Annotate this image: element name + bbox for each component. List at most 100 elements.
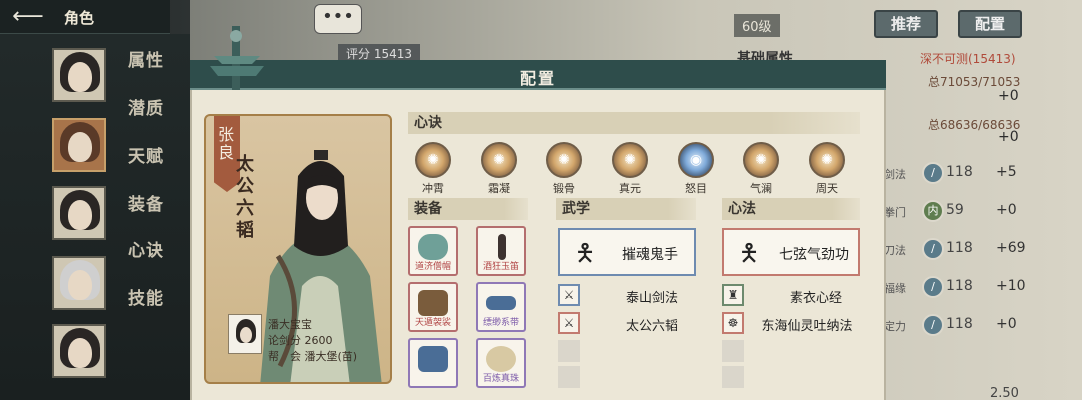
- character-portrait[interactable]: [52, 256, 106, 310]
- character-card: 张良 太公六韬 潘大宝宝 论剑分 2600 帮 会 潘大堡(苗): [204, 114, 392, 384]
- fist-icon: 内: [922, 200, 944, 222]
- equipment-slot[interactable]: 酒狂玉笛: [476, 226, 526, 276]
- martial-pose-icon: 🯅: [738, 239, 760, 267]
- config-button[interactable]: 配置: [958, 10, 1022, 38]
- empty-skill-slot[interactable]: [558, 366, 580, 388]
- focus-icon: ∕: [922, 314, 944, 336]
- xinjue-skill[interactable]: ✺ 冲霄: [410, 142, 456, 196]
- chongxiao-icon: ✺: [415, 142, 451, 178]
- pearl-icon: [486, 346, 516, 372]
- equipment-slot[interactable]: 缥缈系带: [476, 282, 526, 332]
- xinjue-skill-label: 怒目: [685, 182, 707, 195]
- xinjue-skill-label: 霜凝: [488, 182, 510, 195]
- equipment-slot[interactable]: 天遁袈裟: [408, 282, 458, 332]
- stat-value: 59: [946, 202, 964, 218]
- rank-text: 深不可测(15413): [920, 52, 1016, 66]
- xinjue-skill[interactable]: ✺ 真元: [607, 142, 653, 196]
- martial-icon: ⚔: [558, 284, 580, 306]
- armor-icon: [418, 290, 448, 316]
- character-portrait[interactable]: [52, 48, 106, 102]
- xinjue-skill[interactable]: ✺ 周天: [804, 142, 850, 196]
- stat-bonus: +10: [996, 278, 1026, 294]
- sidebar-item-potential[interactable]: 潜质: [128, 94, 164, 119]
- xinjue-skill[interactable]: ◉ 怒目: [673, 142, 719, 196]
- martial-icon: ⚔: [558, 312, 580, 334]
- sidebar-item-xinjue[interactable]: 心诀: [128, 236, 164, 261]
- stat-row: 福缘 ∕ 118 +10: [884, 276, 1070, 298]
- chat-button[interactable]: •••: [314, 4, 362, 34]
- player-name: 潘大宝宝: [268, 318, 312, 331]
- luck-icon: ∕: [922, 276, 944, 298]
- xinjue-skill-label: 锻骨: [553, 182, 575, 195]
- modal-title: 配置: [519, 69, 556, 88]
- recommend-button[interactable]: 推荐: [874, 10, 938, 38]
- hat-icon: [418, 234, 448, 260]
- sidebar-item-attributes[interactable]: 属性: [128, 46, 164, 71]
- xinfa-skill-label: 东海仙灵吐纳法: [761, 319, 853, 334]
- empty-skill-slot[interactable]: [558, 340, 580, 362]
- character-portrait[interactable]: [52, 186, 106, 240]
- empty-skill-slot[interactable]: [722, 340, 744, 362]
- player-guild: 帮 会 潘大堡(苗): [268, 350, 358, 363]
- mp-bonus: +0: [998, 129, 1019, 145]
- shuangning-icon: ✺: [481, 142, 517, 178]
- score-label: 评分: [346, 47, 371, 61]
- stat-row: 剑法 ∕ 118 +5: [884, 162, 1070, 184]
- stat-value: 118: [946, 164, 973, 180]
- xinfa-main-label: 七弦气劲功: [779, 247, 849, 263]
- xinjue-skill-label: 气澜: [750, 182, 772, 195]
- blade-icon: ∕: [922, 238, 944, 260]
- wuxue-main-skill[interactable]: 🯅 摧魂鬼手: [558, 228, 696, 276]
- wuxue-skill[interactable]: ⚔ 泰山剑法: [558, 284, 698, 306]
- stat-label: 拳门: [884, 206, 906, 219]
- equipment-slot[interactable]: 道济僧帽: [408, 226, 458, 276]
- xinjue-skill-label: 真元: [619, 182, 641, 195]
- stat-label: 刀法: [884, 244, 906, 257]
- xinfa-header: 心法: [722, 198, 860, 220]
- xinfa-skill[interactable]: ♜ 素衣心经: [722, 284, 862, 306]
- character-name: 张良: [218, 125, 235, 162]
- xinjue-header: 心诀: [408, 112, 860, 134]
- character-portrait-selected[interactable]: [52, 118, 106, 172]
- wuxue-skill[interactable]: ⚔ 太公六韬: [558, 312, 698, 334]
- equipment-label: 天遁袈裟: [414, 318, 451, 328]
- qilan-icon: ✺: [743, 142, 779, 178]
- meditation-icon: ☸: [722, 312, 744, 334]
- martial-pose-icon: 🯅: [574, 239, 596, 267]
- equipment-label: 百炼真珠: [482, 374, 519, 384]
- stat-label: 福缘: [884, 282, 906, 295]
- stat-bonus: +69: [996, 240, 1026, 256]
- sidebar-item-talent[interactable]: 天赋: [128, 142, 164, 167]
- xinjue-skill[interactable]: ✺ 气澜: [738, 142, 784, 196]
- wuxue-skill-label: 泰山剑法: [625, 291, 678, 306]
- equipment-header: 装备: [408, 198, 528, 220]
- xinfa-skill[interactable]: ☸ 东海仙灵吐纳法: [722, 312, 862, 334]
- player-sword-score: 论剑分 2600: [268, 334, 333, 347]
- stat-bonus: +0: [996, 202, 1017, 218]
- equipment-slot[interactable]: [408, 338, 458, 388]
- character-portrait[interactable]: [52, 324, 106, 378]
- xinjue-skill[interactable]: ✺ 霜凝: [476, 142, 522, 196]
- sword-icon: ∕: [922, 162, 944, 184]
- player-avatar[interactable]: [228, 314, 262, 354]
- player-info: 潘大宝宝 论剑分 2600 帮 会 潘大堡(苗): [228, 314, 388, 372]
- boots-icon: [418, 346, 448, 372]
- zhenyuan-icon: ✺: [612, 142, 648, 178]
- xinjue-skill-label: 周天: [816, 182, 838, 195]
- xinfa-main-skill[interactable]: 🯅 七弦气劲功: [722, 228, 860, 276]
- xinjue-skill-label: 冲霄: [422, 182, 444, 195]
- wuxue-header: 武学: [556, 198, 696, 220]
- empty-skill-slot[interactable]: [722, 366, 744, 388]
- score-value: 15413: [373, 47, 413, 61]
- equipment-label: 缥缈系带: [482, 318, 519, 328]
- level-badge: 60级: [734, 14, 780, 37]
- xinjue-skill[interactable]: ✺ 锻骨: [541, 142, 587, 196]
- back-button[interactable]: ⟵: [6, 4, 50, 30]
- equipment-slot[interactable]: 百炼真珠: [476, 338, 526, 388]
- sidebar-item-skills[interactable]: 技能: [128, 284, 164, 309]
- page-title: 角色: [64, 9, 95, 27]
- stat-row: 定力 ∕ 118 +0: [884, 314, 1070, 336]
- stat-bonus: +0: [996, 316, 1017, 332]
- sidebar-item-equipment[interactable]: 装备: [128, 190, 164, 215]
- bottom-value: 2.50: [990, 386, 1019, 400]
